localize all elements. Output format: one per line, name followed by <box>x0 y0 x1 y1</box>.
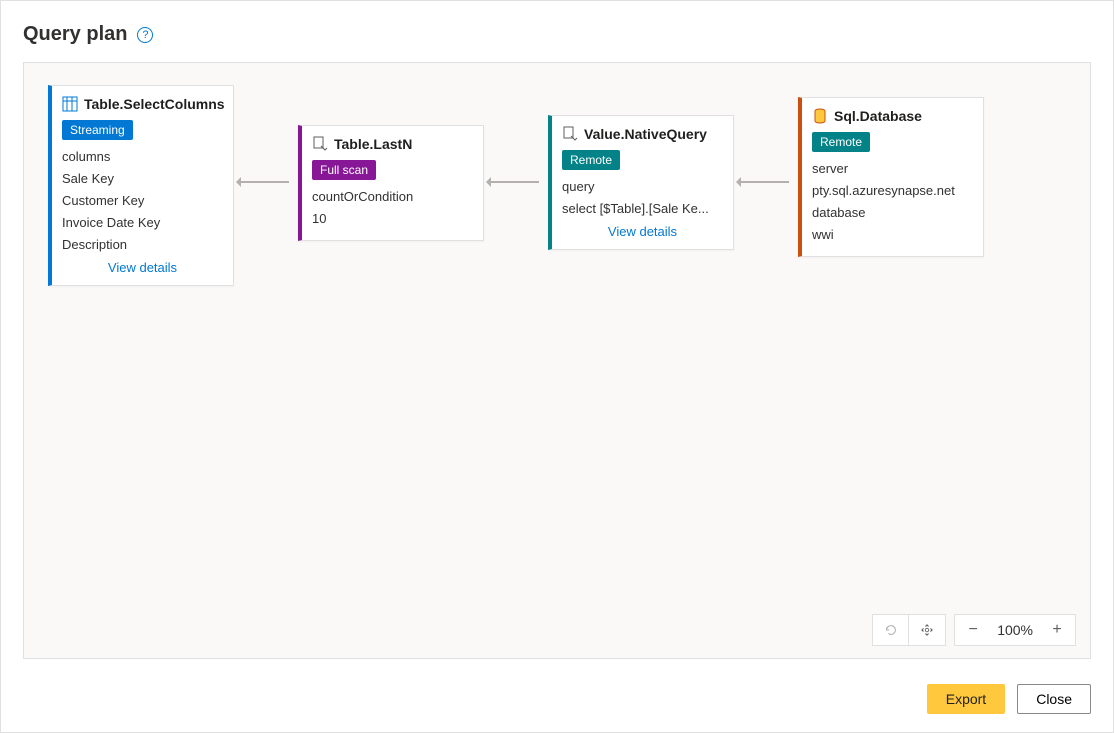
connector-arrow <box>737 181 789 183</box>
query-plan-panel: Query plan ? Table.SelectColumns Streami… <box>0 0 1114 733</box>
zoom-level: 100% <box>991 622 1039 638</box>
node-header: Sql.Database <box>802 98 983 128</box>
node-value-nativequery[interactable]: Value.NativeQuery Remote query select [$… <box>548 115 734 250</box>
node-line: Invoice Date Key <box>62 212 223 234</box>
connector-arrow <box>237 181 289 183</box>
diagram-canvas[interactable]: Table.SelectColumns Streaming columns Sa… <box>23 62 1091 659</box>
badge-remote: Remote <box>562 150 620 170</box>
fit-to-screen-button[interactable] <box>909 615 945 645</box>
node-header: Table.LastN <box>302 126 483 156</box>
node-title: Value.NativeQuery <box>584 126 707 142</box>
export-button[interactable]: Export <box>927 684 1005 714</box>
node-title: Table.SelectColumns <box>84 96 225 112</box>
badge-remote: Remote <box>812 132 870 152</box>
badge-streaming: Streaming <box>62 120 133 140</box>
table-icon <box>62 96 78 112</box>
view-details-link[interactable]: View details <box>62 256 223 275</box>
table-script-icon <box>312 136 328 152</box>
panel-title: Query plan <box>23 23 127 46</box>
connector-arrow <box>487 181 539 183</box>
node-sql-database[interactable]: Sql.Database Remote server pty.sql.azure… <box>798 97 984 257</box>
node-line: countOrCondition <box>312 186 473 208</box>
zoom-in-button[interactable]: + <box>1039 615 1075 645</box>
view-details-link[interactable]: View details <box>562 220 723 239</box>
node-title: Sql.Database <box>834 108 922 124</box>
reset-view-button[interactable] <box>873 615 909 645</box>
zoom-group: − 100% + <box>954 614 1076 646</box>
node-table-lastn[interactable]: Table.LastN Full scan countOrCondition 1… <box>298 125 484 241</box>
node-line: pty.sql.azuresynapse.net <box>812 180 973 202</box>
node-line: 10 <box>312 208 473 230</box>
node-table-selectcolumns[interactable]: Table.SelectColumns Streaming columns Sa… <box>48 85 234 286</box>
node-body: Full scan countOrCondition 10 <box>302 156 483 240</box>
node-body: Streaming columns Sale Key Customer Key … <box>52 116 233 285</box>
node-line: wwi <box>812 224 973 246</box>
node-line: Description <box>62 234 223 256</box>
panel-header: Query plan ? <box>23 23 1091 46</box>
node-line: select [$Table].[Sale Ke... <box>562 198 723 220</box>
node-body: Remote server pty.sql.azuresynapse.net d… <box>802 128 983 256</box>
node-body: Remote query select [$Table].[Sale Ke...… <box>552 146 733 249</box>
node-line: server <box>812 158 973 180</box>
node-line: Sale Key <box>62 168 223 190</box>
database-icon <box>812 108 828 124</box>
node-header: Value.NativeQuery <box>552 116 733 146</box>
panel-footer: Export Close <box>927 684 1091 714</box>
close-button[interactable]: Close <box>1017 684 1091 714</box>
node-title: Table.LastN <box>334 136 412 152</box>
node-line: Customer Key <box>62 190 223 212</box>
view-tools-group <box>872 614 946 646</box>
node-line: query <box>562 176 723 198</box>
zoom-out-button[interactable]: − <box>955 615 991 645</box>
zoom-controls: − 100% + <box>872 614 1076 646</box>
table-script-icon <box>562 126 578 142</box>
node-line: database <box>812 202 973 224</box>
node-header: Table.SelectColumns <box>52 86 233 116</box>
help-icon[interactable]: ? <box>137 27 153 43</box>
node-line: columns <box>62 146 223 168</box>
badge-fullscan: Full scan <box>312 160 376 180</box>
